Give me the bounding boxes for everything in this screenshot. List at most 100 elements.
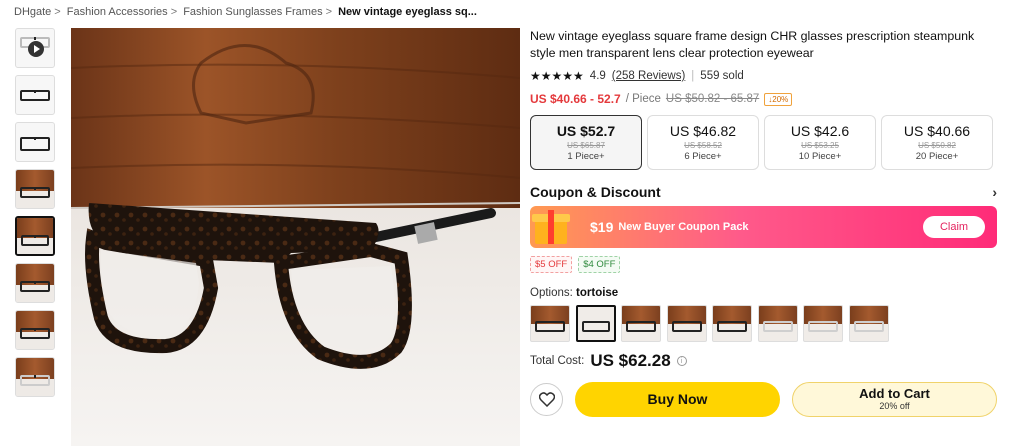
divider: | xyxy=(691,70,695,82)
thumbnail-image[interactable] xyxy=(15,122,55,162)
glasses-frame-icon xyxy=(21,234,49,246)
coupon-banner[interactable]: $19 New Buyer Coupon Pack Claim xyxy=(530,206,997,248)
coupon-tags: $5 OFF $4 OFF xyxy=(530,256,1000,273)
tier-original-price: US $65.87 xyxy=(567,141,605,150)
option-swatch[interactable] xyxy=(803,305,843,342)
option-swatch[interactable] xyxy=(757,305,798,342)
price-tiers: US $52.7 US $65.87 1 Piece+ US $46.82 US… xyxy=(530,115,1000,170)
glasses-frame-icon xyxy=(717,320,747,332)
glasses-frame-icon xyxy=(20,375,50,387)
coupon-tag-5-off[interactable]: $5 OFF xyxy=(530,256,573,273)
breadcrumb: DHgate > Fashion Accessories > Fashion Sun… xyxy=(14,6,480,18)
total-label: Total Cost: xyxy=(530,355,585,367)
breadcrumb-fashion-accessories[interactable]: Fashion Accessories xyxy=(67,6,168,18)
info-icon[interactable]: i xyxy=(676,356,687,366)
sold-count: 559 sold xyxy=(700,70,744,82)
chevron-right-icon[interactable]: › xyxy=(992,184,997,200)
thumbnail-image[interactable] xyxy=(15,169,55,209)
gift-box-icon xyxy=(530,206,578,248)
tier-quantity: 10 Piece+ xyxy=(798,151,842,162)
glasses-frame-icon xyxy=(671,320,702,332)
tier-quantity: 20 Piece+ xyxy=(915,151,959,162)
option-swatches xyxy=(530,305,1000,342)
thumbnail-image[interactable] xyxy=(15,310,55,350)
glasses-frame-icon xyxy=(762,320,793,332)
tier-original-price: US $53.25 xyxy=(801,141,839,150)
option-swatch[interactable] xyxy=(666,305,707,342)
price-tier-3[interactable]: US $42.6 US $53.25 10 Piece+ xyxy=(764,115,876,170)
glasses-frame-icon xyxy=(853,320,884,332)
glasses-frame-icon xyxy=(20,328,50,340)
heart-icon xyxy=(538,392,555,407)
main-product-image[interactable] xyxy=(71,28,520,446)
tier-quantity: 1 Piece+ xyxy=(567,151,605,162)
price-tier-2[interactable]: US $46.82 US $58.52 6 Piece+ xyxy=(647,115,759,170)
thumbnail-image-selected[interactable] xyxy=(15,216,55,256)
tier-original-price: US $50.82 xyxy=(918,141,956,150)
price-range: US $40.66 - 52.7 xyxy=(530,92,621,106)
total-cost-row: Total Cost: US $62.28 i xyxy=(530,351,1000,371)
glasses-frame-icon xyxy=(20,90,50,101)
original-price-range: US $50.82 - 65.87 xyxy=(665,93,760,105)
coupon-discount-header[interactable]: Coupon & Discount › xyxy=(530,184,997,200)
tier-price: US $52.7 xyxy=(556,123,616,139)
glasses-frame-icon xyxy=(20,281,50,293)
glasses-frame-icon xyxy=(20,187,50,199)
glasses-frame-icon xyxy=(808,320,838,332)
wishlist-button[interactable] xyxy=(530,383,563,416)
option-swatch-tortoise[interactable] xyxy=(575,305,616,342)
breadcrumb-separator: > xyxy=(54,6,61,18)
purchase-actions: Buy Now Add to Cart 20% off xyxy=(530,382,1000,417)
play-icon xyxy=(28,41,44,57)
price-tier-1[interactable]: US $52.7 US $65.87 1 Piece+ xyxy=(530,115,642,170)
glasses-frame-icon xyxy=(626,320,656,332)
add-to-cart-button[interactable]: Add to Cart 20% off xyxy=(792,382,997,417)
thumbnail-image[interactable] xyxy=(15,75,55,115)
rating-value: 4.9 xyxy=(589,70,606,82)
eyeglasses-photo xyxy=(71,28,520,446)
tier-price: US $40.66 xyxy=(903,123,971,139)
thumbnail-gallery xyxy=(15,28,55,404)
breadcrumb-current: New vintage eyeglass sq... xyxy=(338,6,477,18)
price-unit: / Piece xyxy=(625,93,661,105)
buy-now-button[interactable]: Buy Now xyxy=(575,382,780,417)
glasses-frame-icon xyxy=(581,320,610,332)
discount-badge: ↓20% xyxy=(764,92,793,106)
reviews-link[interactable]: (258 Reviews) xyxy=(612,70,686,82)
tier-price: US $42.6 xyxy=(790,123,850,139)
options-label: Options: tortoise xyxy=(530,287,1000,299)
tier-quantity: 6 Piece+ xyxy=(684,151,722,162)
coupon-tag-4-off[interactable]: $4 OFF xyxy=(578,256,621,273)
price-tier-4[interactable]: US $40.66 US $50.82 20 Piece+ xyxy=(881,115,993,170)
cart-discount-label: 20% off xyxy=(879,401,910,411)
glasses-frame-icon xyxy=(535,320,565,332)
price-row: US $40.66 - 52.7 / Piece US $50.82 - 65.… xyxy=(530,92,1000,106)
tier-original-price: US $58.52 xyxy=(684,141,722,150)
product-title: New vintage eyeglass square frame design… xyxy=(530,29,975,60)
product-info-panel: New vintage eyeglass square frame design… xyxy=(530,28,1000,417)
breadcrumb-home[interactable]: DHgate xyxy=(14,6,51,18)
gift-ribbon xyxy=(548,210,554,244)
thumbnail-image[interactable] xyxy=(15,357,55,397)
thumbnail-image[interactable] xyxy=(15,263,55,303)
rating-row: ★★★★★ 4.9 (258 Reviews) | 559 sold xyxy=(530,69,1000,83)
selected-option: tortoise xyxy=(576,287,619,299)
star-rating-icon: ★★★★★ xyxy=(530,69,584,83)
total-value: US $62.28 xyxy=(590,351,671,370)
breadcrumb-sunglasses-frames[interactable]: Fashion Sunglasses Frames xyxy=(183,6,322,18)
options-prefix: Options: xyxy=(530,287,573,299)
coupon-description: New Buyer Coupon Pack xyxy=(618,221,749,233)
coupon-heading: Coupon & Discount xyxy=(530,184,661,200)
breadcrumb-separator: > xyxy=(325,6,333,18)
breadcrumb-separator: > xyxy=(170,6,178,18)
claim-button[interactable]: Claim xyxy=(923,216,985,238)
option-swatch[interactable] xyxy=(848,305,889,342)
option-swatch[interactable] xyxy=(530,305,570,342)
coupon-amount: $19 xyxy=(590,219,614,235)
glasses-frame-icon xyxy=(20,137,50,151)
thumbnail-video[interactable] xyxy=(15,28,55,68)
tier-price: US $46.82 xyxy=(669,123,737,139)
option-swatch[interactable] xyxy=(712,305,752,342)
add-to-cart-label: Add to Cart xyxy=(859,386,930,401)
option-swatch[interactable] xyxy=(621,305,661,342)
